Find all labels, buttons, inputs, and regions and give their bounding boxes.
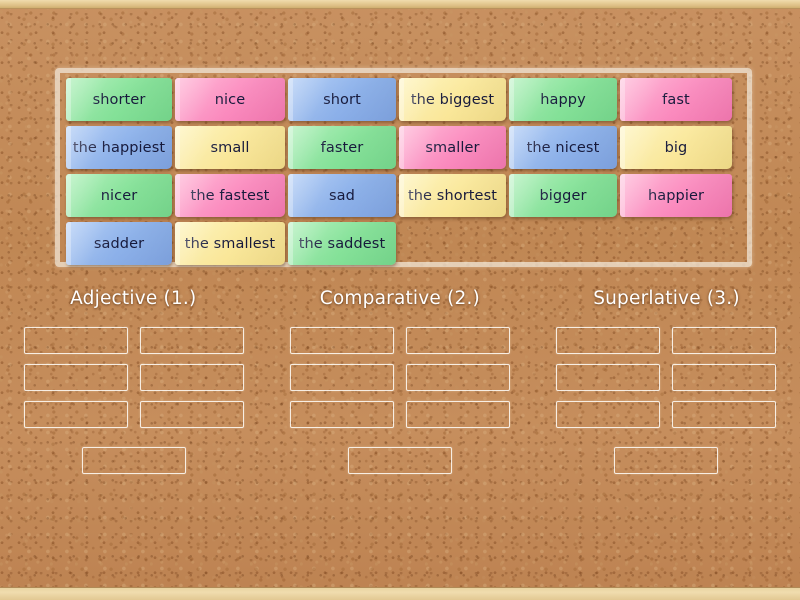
word-tile[interactable]: the nicest [509,126,617,169]
word-tile[interactable]: faster [288,126,396,169]
column-superlative: Superlative (3.) [533,288,800,474]
drop-slot[interactable] [672,327,777,354]
word-tile[interactable]: fast [620,78,732,121]
word-tile[interactable]: sadder [66,222,172,265]
column-title: Adjective (1.) [70,288,197,309]
word-tile[interactable]: small [175,126,285,169]
word-tile[interactable]: the shortest [399,174,506,217]
word-tile[interactable]: smaller [399,126,506,169]
drop-slot[interactable] [140,364,245,391]
word-tile[interactable]: the saddest [288,222,396,265]
drop-slot[interactable] [347,447,452,474]
tile-row: sadder the smallest the saddest [66,222,747,268]
drop-slot[interactable] [556,364,661,391]
word-tile[interactable]: the smallest [175,222,285,265]
word-tile[interactable]: bigger [509,174,617,217]
word-tile[interactable]: big [620,126,732,169]
word-tile[interactable]: happier [620,174,732,217]
drop-slot[interactable] [614,447,719,474]
drop-slot[interactable] [140,401,245,428]
word-tile[interactable]: nicer [66,174,172,217]
drop-slot[interactable] [24,364,129,391]
drop-slot[interactable] [24,401,129,428]
word-tile[interactable]: sad [288,174,396,217]
column-comparative: Comparative (2.) [267,288,534,474]
drop-slot[interactable] [556,327,661,354]
board-frame-top [0,0,800,9]
drop-slot[interactable] [289,401,394,428]
drop-slot[interactable] [405,364,510,391]
word-tile[interactable]: the biggest [399,78,506,121]
word-tile[interactable]: shorter [66,78,172,121]
word-tile[interactable]: nice [175,78,285,121]
drop-slot[interactable] [289,364,394,391]
answer-columns: Adjective (1.) Comparative (2.) Superlativ… [0,288,800,474]
drop-slot-grid [267,327,534,474]
tile-row: the happiest small faster smaller the nicest… [66,126,747,172]
word-tile[interactable]: happy [509,78,617,121]
column-adjective: Adjective (1.) [0,288,267,474]
tile-tray: shorter nice short the biggest happy fast the … [55,68,752,267]
board-frame-bottom [0,587,800,600]
tile-row: nicer the fastest sad the shortest bigger hap… [66,174,747,220]
drop-slot[interactable] [405,327,510,354]
drop-slot[interactable] [405,401,510,428]
drop-slot[interactable] [672,364,777,391]
drop-slot-grid [533,327,800,474]
drop-slot[interactable] [82,447,187,474]
drop-slot[interactable] [140,327,245,354]
drop-slot[interactable] [672,401,777,428]
drop-slot[interactable] [289,327,394,354]
word-tile[interactable]: the fastest [175,174,285,217]
tile-row: shorter nice short the biggest happy fast [66,78,747,124]
column-title: Superlative (3.) [593,288,740,309]
word-tile[interactable]: short [288,78,396,121]
word-tile[interactable]: the happiest [66,126,172,169]
column-title: Comparative (2.) [319,288,480,309]
cork-board: shorter nice short the biggest happy fast the … [0,0,800,600]
drop-slot[interactable] [24,327,129,354]
drop-slot-grid [0,327,267,474]
drop-slot[interactable] [556,401,661,428]
